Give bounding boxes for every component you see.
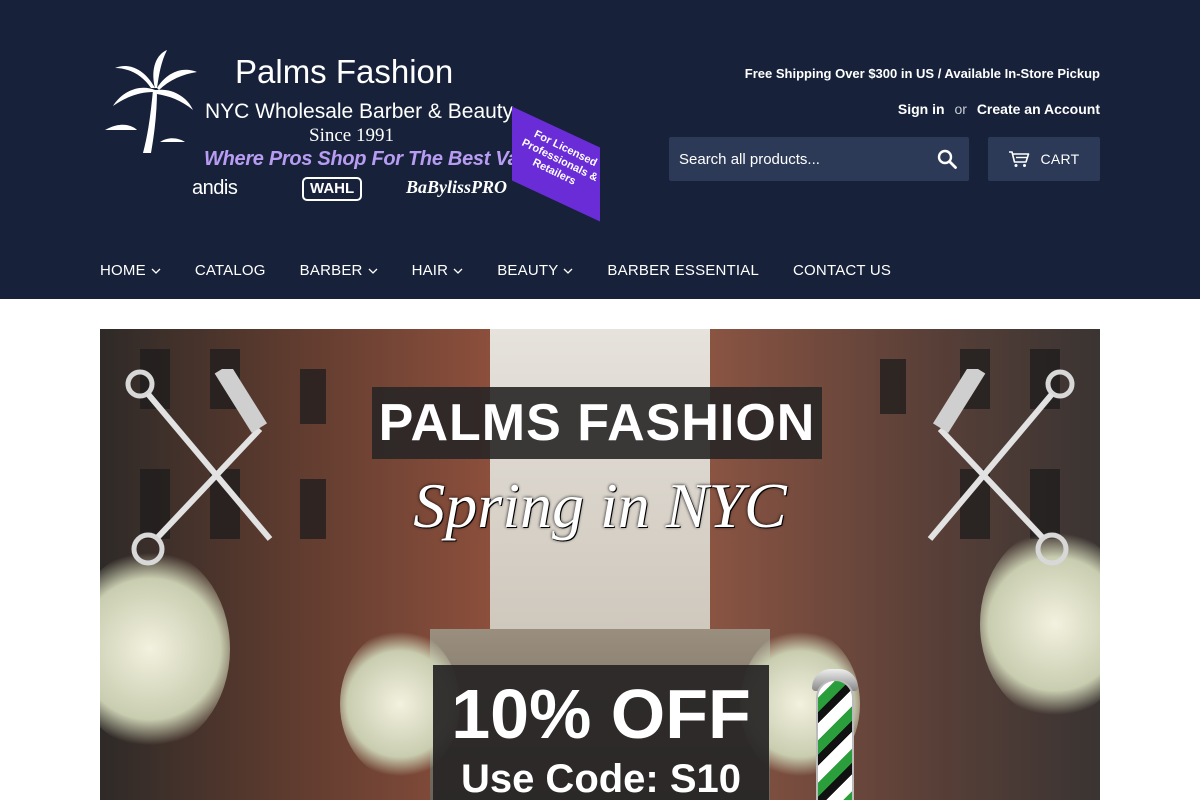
cart-label: CART [1040, 151, 1080, 167]
discount-text: 10% OFF [451, 675, 751, 753]
banner-title: PALMS FASHION [378, 394, 816, 452]
banner-title-box: PALMS FASHION [372, 387, 822, 459]
logo-since: Since 1991 [309, 125, 394, 146]
brand-wahl: WAHL [302, 177, 363, 201]
logo-subtitle: NYC Wholesale Barber & Beauty [205, 100, 514, 123]
nav-item-hair[interactable]: HAIR [412, 262, 464, 279]
brand-andis: andis [192, 177, 238, 199]
search-form [669, 137, 969, 181]
search-button[interactable] [925, 137, 969, 181]
nav-item-label: CATALOG [194, 262, 266, 279]
chevron-down-icon [563, 268, 573, 274]
logo-title: Palms Fashion [235, 53, 454, 90]
store-logo[interactable]: Palms Fashion NYC Wholesale Barber & Bea… [100, 45, 605, 222]
logo-tagline: Where Pros Shop For The Best Value [204, 148, 547, 170]
cart-button[interactable]: CART [988, 137, 1100, 181]
account-links: Sign in or Create an Account [898, 101, 1100, 117]
chevron-down-icon [453, 268, 463, 274]
palm-tree-icon [105, 50, 197, 153]
nav-item-label: BEAUTY [497, 262, 559, 279]
chevron-down-icon [368, 268, 378, 274]
nav-item-label: CONTACT US [793, 262, 892, 279]
nav-item-label: HOME [100, 262, 146, 279]
nav-item-label: HAIR [411, 262, 449, 279]
brand-logos: andis WAHL BaBylissPRO [192, 175, 522, 205]
nav-item-home[interactable]: HOME [100, 262, 161, 279]
nav-item-barber[interactable]: BARBER [300, 262, 378, 279]
nav-item-barber-essential[interactable]: BARBER ESSENTIAL [607, 262, 759, 279]
search-input[interactable] [669, 137, 925, 181]
nav-item-catalog[interactable]: CATALOG [195, 262, 266, 279]
chevron-down-icon [151, 268, 161, 274]
create-account-link[interactable]: Create an Account [977, 101, 1100, 117]
nav-item-label: BARBER [299, 262, 363, 279]
brand-babyliss: BaBylissPRO [406, 177, 508, 197]
nav-item-beauty[interactable]: BEAUTY [497, 262, 573, 279]
promo-code-text: Use Code: S10 [460, 757, 742, 800]
shipping-promo: Free Shipping Over $300 in US / Availabl… [744, 66, 1100, 81]
cart-icon [1009, 151, 1030, 167]
or-text: or [954, 101, 967, 117]
main-nav: HOME CATALOG BARBER HAIR BEAUTY BARBER E… [100, 262, 925, 279]
barber-pole-icon [816, 679, 854, 800]
hero-banner[interactable]: PALMS FASHION Spring in NYC 10% OFF Use … [100, 329, 1100, 800]
site-header: Palms Fashion NYC Wholesale Barber & Bea… [0, 0, 1200, 299]
banner-window [880, 359, 906, 414]
banner-window [300, 369, 326, 424]
nav-item-label: BARBER ESSENTIAL [607, 262, 760, 279]
sign-in-link[interactable]: Sign in [898, 101, 945, 117]
search-icon [937, 149, 957, 169]
banner-script-heading: Spring in NYC [413, 470, 787, 541]
nav-item-contact-us[interactable]: CONTACT US [793, 262, 891, 279]
